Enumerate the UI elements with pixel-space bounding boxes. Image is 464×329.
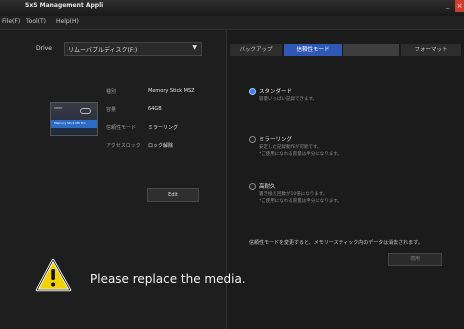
- warning-message: Please replace the media.: [90, 272, 246, 286]
- memory-card-image: SONY Memory Stick MS Pro: [50, 102, 98, 136]
- option-desc-standard: 容量いっぱい記録できます。: [259, 97, 318, 102]
- apply-button[interactable]: 適用: [388, 253, 442, 266]
- drive-value: リムーバブルディスク(F:): [68, 47, 138, 54]
- radio-standard[interactable]: [249, 88, 256, 95]
- title-bar: SxS Management Appli _ ×: [0, 0, 464, 16]
- radio-mirroring[interactable]: [249, 136, 256, 143]
- menu-help[interactable]: Help(H): [56, 18, 79, 25]
- window-title: SxS Management Appli: [25, 2, 104, 9]
- info-value-type: Memory Stick MSZ: [148, 88, 195, 94]
- menu-bar: File(F) Tool(T) Help(H): [0, 16, 464, 30]
- option-title-mirroring: ミラーリング: [259, 137, 293, 143]
- tab-backup[interactable]: バックアップ: [230, 44, 282, 56]
- card-logo: SONY: [54, 106, 63, 110]
- edit-button[interactable]: Edit: [147, 188, 199, 202]
- drive-dropdown[interactable]: リムーバブルディスク(F:) ▼: [64, 42, 202, 56]
- chevron-down-icon: ▼: [192, 44, 197, 51]
- minimize-button[interactable]: _: [446, 1, 450, 9]
- card-switch: [80, 108, 91, 114]
- tab-bar: バックアップ 信頼性モード フォーマット: [230, 44, 461, 56]
- info-value-access-lock: ロック解除: [148, 143, 174, 149]
- info-key-type: 種別: [106, 89, 117, 95]
- card-band-label: Memory Stick MS Pro: [54, 121, 86, 125]
- warning-icon: [35, 258, 72, 292]
- info-value-reliability: ミラーリング: [148, 125, 179, 131]
- tab-blank: [343, 44, 399, 56]
- option-title-high-durability: 高耐久: [259, 184, 276, 190]
- info-value-capacity: 64GB: [148, 106, 162, 112]
- option-desc-mirroring: 安定した記録動作が可能です。: [259, 145, 322, 150]
- close-button[interactable]: ×: [455, 0, 464, 12]
- info-key-reliability: 信頼性モード: [106, 125, 137, 131]
- radio-high-durability[interactable]: [249, 183, 256, 190]
- info-key-access-lock: アクセスロック: [106, 143, 141, 149]
- info-key-capacity: 容量: [106, 107, 117, 113]
- option-title-standard: スタンダード: [259, 89, 293, 95]
- reliability-notice: 信頼性モードを変更すると、メモリースティック内のデータは消去されます。: [249, 240, 423, 246]
- option-note-high-durability: *ご使用になれる容量は半分になります。: [259, 199, 342, 204]
- tab-reliability-mode[interactable]: 信頼性モード: [284, 44, 342, 56]
- settings-panel: バックアップ 信頼性モード フォーマット スタンダード 容量いっぱい記録できます…: [227, 30, 464, 329]
- option-note-mirroring: *ご使用になれる容量は半分になります。: [259, 152, 342, 157]
- menu-file[interactable]: File(F): [2, 18, 20, 25]
- option-desc-high-durability: 書き換え回数が10倍になります。: [259, 192, 328, 197]
- tab-format[interactable]: フォーマット: [401, 44, 461, 56]
- drive-label: Drive: [36, 45, 52, 52]
- menu-tool[interactable]: Tool(T): [26, 18, 46, 25]
